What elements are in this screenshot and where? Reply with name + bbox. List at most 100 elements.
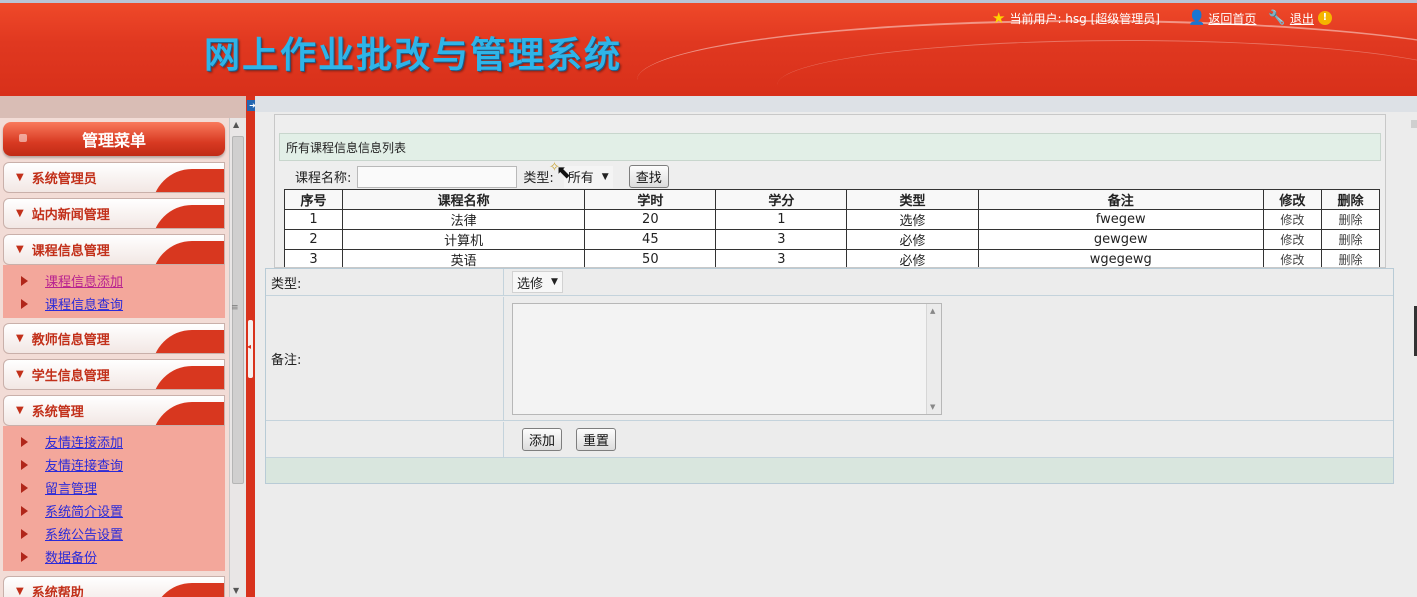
logout-link[interactable]: 退出 — [1290, 10, 1314, 27]
menu-section-title: 系统管理员 — [31, 172, 97, 187]
edit-link[interactable]: 修改 — [1262, 209, 1322, 230]
triangle-down-icon: ▼ — [16, 172, 24, 183]
menu-section-header-teacher[interactable]: ▼ 教师信息管理 — [3, 323, 225, 354]
scroll-up-icon[interactable]: ▲ — [233, 120, 239, 129]
menu-section: ▼ 系统管理员 — [3, 162, 225, 193]
sidebar-link[interactable]: 留言管理 — [45, 478, 97, 497]
column-header: 备注 — [977, 189, 1264, 210]
cell-credits: 1 — [715, 209, 848, 230]
collapse-sidebar-handle[interactable] — [247, 320, 253, 378]
section-tab-decoration — [152, 330, 224, 353]
arrow-right-icon — [21, 482, 28, 493]
sidebar-item-notice-settings[interactable]: 系统公告设置 — [3, 522, 225, 545]
menu-section-header-system[interactable]: ▼ 系统管理 — [3, 395, 225, 426]
cell-course-name: 法律 — [342, 209, 586, 230]
course-name-input[interactable] — [357, 165, 518, 188]
type-filter-value: 所有 — [567, 171, 594, 186]
menu-section-items: 友情连接添加 友情连接查询 留言管理 系统简介设置 系统公告设置 数据备份 — [3, 426, 225, 571]
reset-button[interactable]: 重置 — [576, 428, 617, 451]
triangle-down-icon: ▼ — [16, 208, 24, 219]
add-button[interactable]: 添加 — [522, 428, 563, 451]
exit-icon[interactable]: ! — [1317, 11, 1332, 25]
form-row-type: 类型: 选修 ▼ — [266, 269, 1393, 296]
cell-course-name: 计算机 — [342, 229, 586, 250]
form-actions-cell: 添加 重置 — [504, 422, 1393, 457]
star-icon: ★ — [992, 9, 1006, 27]
triangle-down-icon: ▼ — [16, 405, 24, 416]
triangle-down-icon: ▼ — [16, 244, 24, 255]
menu-section-header-course[interactable]: ▼ 课程信息管理 — [3, 234, 225, 265]
menu-title: 管理菜单 — [81, 131, 146, 150]
cell-type: 必修 — [846, 229, 979, 250]
remark-textarea[interactable]: ▲ ▼ — [512, 302, 942, 415]
cell-hours: 45 — [584, 229, 717, 250]
sidebar-link[interactable]: 系统公告设置 — [45, 524, 123, 543]
type-select[interactable]: 选修 ▼ — [512, 271, 563, 293]
arrow-right-icon — [21, 298, 28, 309]
arrow-right-icon — [21, 528, 28, 539]
sidebar-item-intro-settings[interactable]: 系统简介设置 — [3, 499, 225, 522]
textarea-scrollbar[interactable]: ▲ ▼ — [926, 303, 941, 414]
scroll-down-icon[interactable]: ▼ — [233, 586, 239, 595]
sidebar-link[interactable]: 友情连接添加 — [45, 432, 123, 451]
sidebar-item-link-query[interactable]: 友情连接查询 — [3, 453, 225, 476]
arrow-right-icon — [21, 505, 28, 516]
sidebar-scrollbar[interactable]: ▲ ▼ — [229, 118, 246, 597]
column-header: 类型 — [846, 189, 979, 210]
menu-section-title: 教师信息管理 — [31, 333, 110, 348]
column-header: 学时 — [584, 189, 717, 210]
menu-section-header-news[interactable]: ▼ 站内新闻管理 — [3, 198, 225, 229]
sidebar-link[interactable]: 课程信息添加 — [45, 271, 123, 290]
form-type-label: 类型: — [266, 269, 504, 295]
cell-remark: wgegewg — [977, 249, 1264, 267]
menu-section-title: 系统管理 — [31, 405, 84, 420]
scroll-down-icon[interactable]: ▼ — [930, 403, 935, 411]
sidebar-item-course-add[interactable]: 课程信息添加 — [3, 269, 225, 292]
delete-link[interactable]: 删除 — [1320, 209, 1381, 230]
menu-section-title: 课程信息管理 — [31, 244, 110, 259]
sidebar-item-backup[interactable]: 数据备份 — [3, 545, 225, 568]
current-user-text: 当前用户: hsg [超级管理员] — [1009, 11, 1160, 26]
menu-section: ▼ 教师信息管理 — [3, 323, 225, 354]
sidebar-item-messages[interactable]: 留言管理 — [3, 476, 225, 499]
menu-section: ▼ 系统管理 友情连接添加 友情连接查询 留言管理 系统简介设置 系统公告设置 数… — [3, 395, 225, 571]
edit-link[interactable]: 修改 — [1262, 249, 1322, 267]
sidebar-link[interactable]: 数据备份 — [45, 547, 97, 566]
sidebar-link[interactable]: 系统简介设置 — [45, 501, 123, 520]
cell-index: 1 — [283, 209, 344, 230]
triangle-down-icon: ▼ — [16, 333, 24, 344]
sidebar-item-course-query[interactable]: 课程信息查询 — [3, 292, 225, 315]
edit-link[interactable]: 修改 — [1262, 229, 1322, 250]
page-scrollbar[interactable] — [1411, 120, 1417, 128]
frame-divider — [246, 96, 255, 597]
type-filter-select[interactable]: 所有 ▼ — [563, 165, 613, 188]
arrow-right-icon — [21, 459, 28, 470]
menu-section-title: 系统帮助 — [31, 586, 84, 597]
form-footer — [266, 458, 1393, 483]
wrench-icon: 🔧 — [1268, 10, 1286, 26]
sidebar-link[interactable]: 课程信息查询 — [45, 294, 123, 313]
menu-section-items: 课程信息添加 课程信息查询 — [3, 265, 225, 318]
sidebar-link[interactable]: 友情连接查询 — [45, 455, 123, 474]
menu-icon — [19, 134, 27, 142]
form-row-actions: 添加 重置 — [266, 422, 1393, 458]
left-sidebar: 管理菜单 ▼ 系统管理员 ▼ 站内新闻管理 ▼ 课程信息管理 课程信息添加 课程信息查… — [0, 96, 248, 597]
sidebar-item-link-add[interactable]: 友情连接添加 — [3, 430, 225, 453]
menu-section: ▼ 站内新闻管理 — [3, 198, 225, 229]
delete-link[interactable]: 删除 — [1320, 249, 1381, 267]
scroll-up-icon[interactable]: ▲ — [930, 307, 935, 315]
form-remark-cell: ▲ ▼ — [504, 297, 1393, 420]
column-header: 修改 — [1262, 189, 1322, 210]
menu-section-header-system-admin[interactable]: ▼ 系统管理员 — [3, 162, 225, 193]
home-link[interactable]: 返回首页 — [1208, 10, 1256, 27]
section-tab-decoration — [152, 402, 224, 425]
arrow-right-icon — [21, 436, 28, 447]
menu-section: ▼ 学生信息管理 — [3, 359, 225, 390]
main-content: 所有课程信息信息列表 课程名称: 类型: 所有 ▼ 查找 序号 课程名称 学时 … — [255, 96, 1417, 597]
delete-link[interactable]: 删除 — [1320, 229, 1381, 250]
menu-section-header-help[interactable]: ▼ 系统帮助 — [3, 576, 225, 597]
search-button[interactable]: 查找 — [628, 165, 669, 188]
form-row-remark: 备注: ▲ ▼ — [266, 297, 1393, 421]
section-tab-decoration — [152, 241, 224, 264]
menu-section-header-student[interactable]: ▼ 学生信息管理 — [3, 359, 225, 390]
